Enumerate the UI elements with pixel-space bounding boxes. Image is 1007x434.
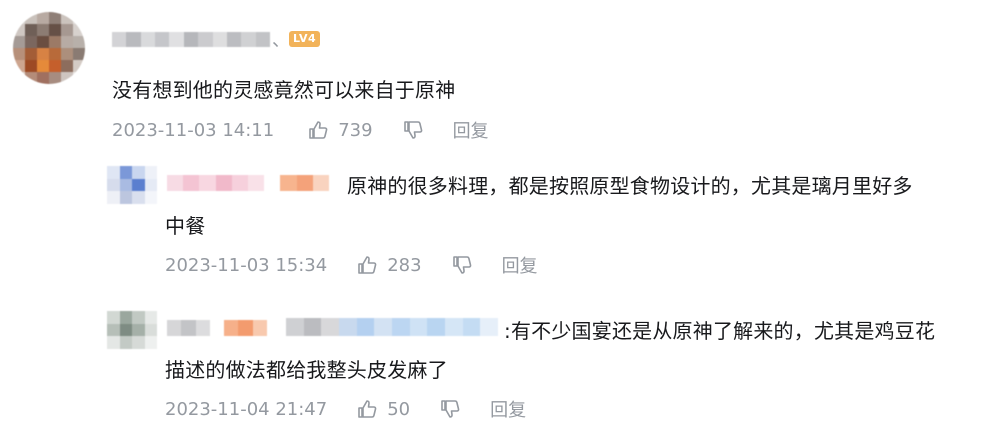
reply-avatar[interactable]: [107, 311, 157, 349]
thumbs-down-icon[interactable]: [452, 255, 472, 275]
reply-avatar[interactable]: [107, 166, 157, 204]
reply-button[interactable]: 回复: [502, 252, 538, 278]
reply-meta: 2023-11-03 15:34 283 回复: [165, 252, 538, 278]
comment-meta: 2023-11-03 14:11 739 回复: [112, 117, 489, 143]
comment-date: 2023-11-03 14:11: [112, 119, 275, 141]
comment-text: 没有想到他的灵感竟然可以来自于原神: [112, 78, 456, 102]
thumbs-up-icon[interactable]: [357, 399, 377, 419]
thumbs-down-icon[interactable]: [403, 120, 423, 140]
like-count: 50: [387, 398, 411, 420]
thumbs-up-icon[interactable]: [308, 120, 328, 140]
like-count: 283: [387, 254, 422, 276]
thumbs-down-icon[interactable]: [440, 399, 460, 419]
reply-to-username[interactable]: [286, 318, 498, 336]
reply-text-line2: 描述的做法都给我整头皮发麻了: [165, 358, 448, 382]
avatar[interactable]: [13, 12, 85, 84]
level-badge: LV4: [289, 31, 321, 47]
reply-button[interactable]: 回复: [490, 396, 526, 422]
reply-username[interactable]: [167, 320, 267, 336]
username-separator: 、: [272, 30, 290, 51]
reply-username[interactable]: [167, 175, 329, 191]
like-count: 739: [338, 119, 373, 141]
reply-text-line1: :有不少国宴还是从原神了解来的，尤其是鸡豆花: [504, 319, 936, 343]
reply-button[interactable]: 回复: [453, 117, 489, 143]
reply-text-line2: 中餐: [165, 214, 206, 238]
thumbs-up-icon[interactable]: [357, 255, 377, 275]
reply-date: 2023-11-04 21:47: [165, 398, 328, 420]
username[interactable]: [112, 32, 270, 47]
reply-text-line1: 原神的很多料理，都是按照原型食物设计的，尤其是璃月里好多: [347, 174, 913, 198]
reply-date: 2023-11-03 15:34: [165, 254, 328, 276]
reply-meta: 2023-11-04 21:47 50 回复: [165, 396, 526, 422]
